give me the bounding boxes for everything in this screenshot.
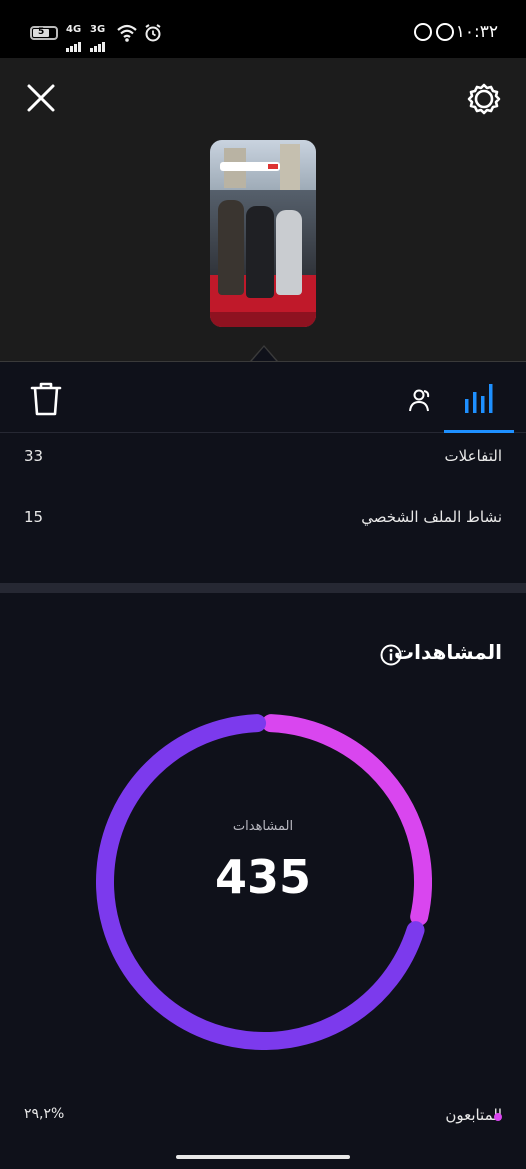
wifi-icon (117, 24, 137, 42)
home-indicator (176, 1155, 350, 1159)
donut-center-label: المشاهدات (232, 819, 294, 834)
legend-followers-percent: ٢٩,٢% (24, 1106, 65, 1122)
section-divider (0, 583, 526, 593)
alarm-icon (145, 24, 161, 42)
metric-row-profile-activity[interactable]: نشاط الملف الشخصي 15 (0, 498, 526, 538)
battery-level: 5 (38, 27, 45, 37)
metric-label: التفاعلات (444, 447, 502, 465)
story-thumbnail[interactable] (210, 140, 316, 327)
metric-value: 33 (24, 447, 44, 465)
donut-center-value: 435 (214, 850, 312, 904)
insights-toolbar (0, 361, 526, 433)
info-icon[interactable] (380, 644, 402, 666)
messenger-icon (436, 23, 454, 41)
signal-bars-icon (66, 33, 84, 52)
clock: ١٠:٣٢ (455, 22, 498, 42)
metric-row-interactions[interactable]: التفاعلات 33 (0, 437, 526, 477)
selection-pointer (250, 345, 278, 361)
close-icon[interactable] (26, 83, 56, 113)
media-icon (414, 23, 432, 41)
views-section-title: المشاهدات (393, 640, 502, 664)
signal-bars-icon (90, 33, 108, 52)
status-bar: 5 4G 3G ١٠:٣٢ (0, 0, 526, 58)
gear-icon[interactable] (467, 82, 501, 116)
metric-label: نشاط الملف الشخصي (361, 508, 502, 526)
active-tab-indicator (444, 430, 514, 433)
legend-followers-dot (494, 1113, 502, 1121)
people-icon[interactable] (408, 387, 434, 413)
metric-value: 15 (24, 508, 44, 526)
trash-icon[interactable] (30, 381, 62, 417)
bar-chart-icon[interactable] (462, 381, 496, 415)
